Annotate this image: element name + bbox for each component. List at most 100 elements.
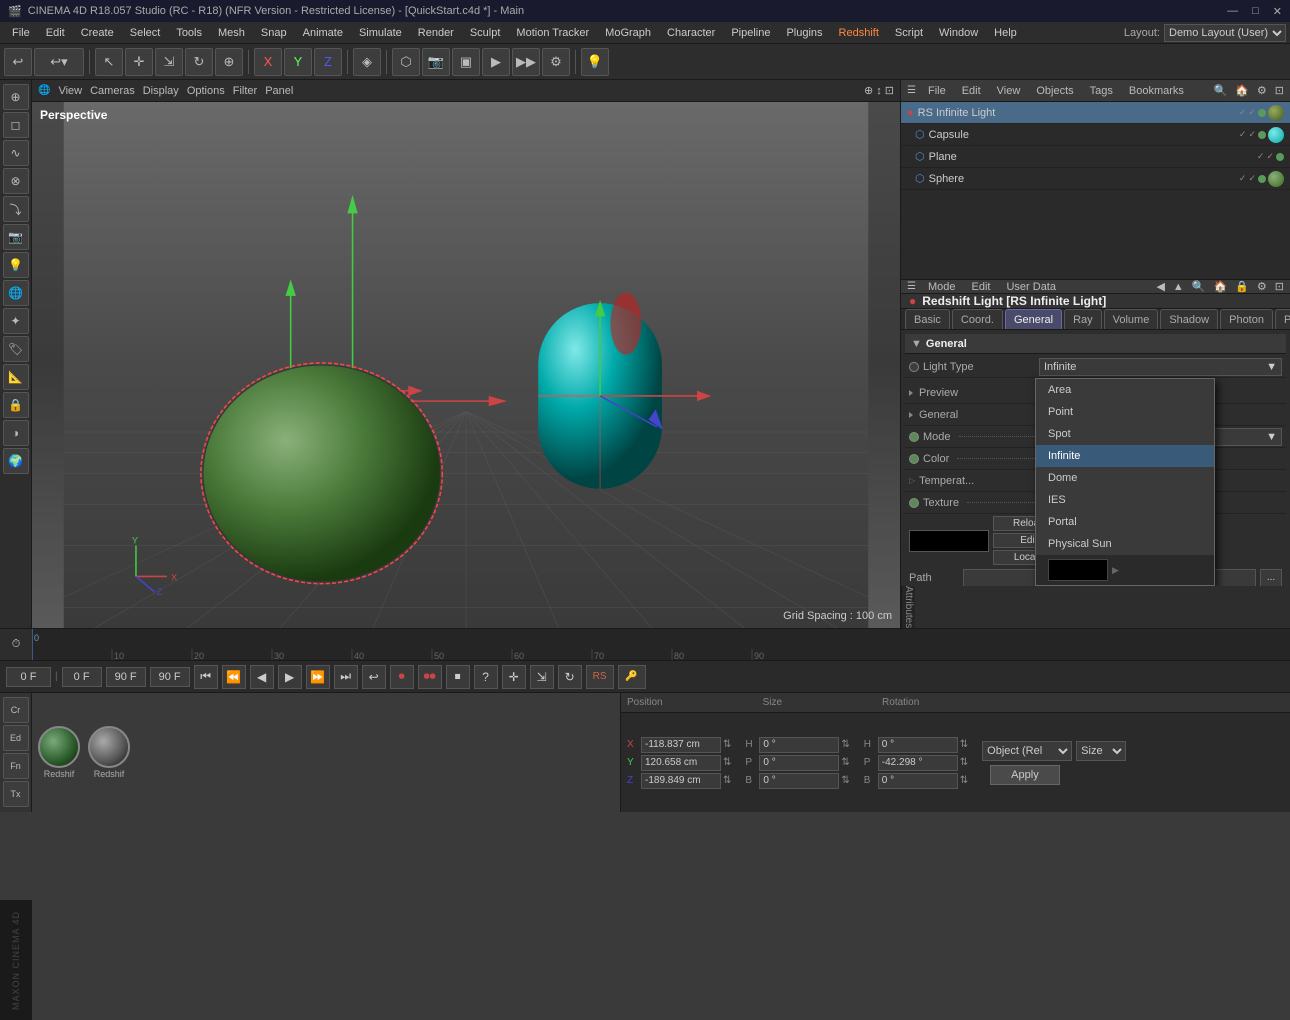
close-btn[interactable]: ✕ (1273, 5, 1282, 18)
light-type-dropdown-btn[interactable]: Infinite ▼ (1039, 358, 1282, 376)
attr-mode[interactable]: Mode (924, 281, 960, 293)
pos-x-input[interactable] (641, 737, 721, 753)
maximize-btn[interactable]: □ (1252, 5, 1259, 18)
pos-y-spinner[interactable]: ⇅ (723, 757, 731, 768)
vp-cameras[interactable]: Cameras (90, 85, 135, 97)
record-btn[interactable]: ⏺ (390, 665, 414, 689)
menu-plugins[interactable]: Plugins (778, 25, 830, 41)
rs-render-btn[interactable]: RS (586, 665, 614, 689)
menu-select[interactable]: Select (122, 25, 169, 41)
vp-panel[interactable]: Panel (265, 85, 293, 97)
select-btn[interactable]: ↖ (95, 48, 123, 76)
attr-edit[interactable]: Edit (968, 281, 995, 293)
titlebar-controls[interactable]: — □ ✕ (1227, 5, 1282, 18)
tab-ray[interactable]: Ray (1064, 309, 1102, 329)
color-radio[interactable] (909, 454, 919, 464)
undo-btn[interactable]: ↩ (4, 48, 32, 76)
objects-objects-menu[interactable]: Objects (1032, 85, 1077, 97)
option-point[interactable]: Point (1036, 401, 1214, 423)
objects-home[interactable]: 🏠 (1235, 84, 1249, 97)
size-mode-select[interactable]: Size (1076, 741, 1126, 761)
objects-tags-menu[interactable]: Tags (1086, 85, 1117, 97)
rot-b-spinner[interactable]: ⇅ (960, 775, 968, 786)
attr-home[interactable]: 🏠 (1214, 280, 1228, 293)
viewport-cube[interactable]: ⬡ (392, 48, 420, 76)
attr-search[interactable]: 🔍 (1192, 280, 1206, 293)
attr-userdata[interactable]: User Data (1002, 281, 1060, 293)
vp-options[interactable]: Options (187, 85, 225, 97)
next-frame-btn[interactable]: ⏩ (306, 665, 330, 689)
end-frame-input[interactable] (106, 667, 146, 687)
viewport[interactable]: X Y Z Perspective Grid Spacing : 100 cm (32, 102, 900, 628)
size-b-input[interactable] (759, 773, 839, 789)
objects-edit-menu[interactable]: Edit (958, 85, 985, 97)
deform-btn[interactable]: ⤵ (3, 196, 29, 222)
camera-btn[interactable]: 📷 (422, 48, 450, 76)
scale-tool-btn[interactable]: ⇲ (530, 665, 554, 689)
material-tool[interactable]: ◑ (3, 420, 29, 446)
size-b-spinner[interactable]: ⇅ (841, 775, 849, 786)
path-browse-btn[interactable]: ... (1260, 569, 1282, 586)
render-region[interactable]: ▣ (452, 48, 480, 76)
object-mode[interactable]: ◈ (353, 48, 381, 76)
attr-expand2[interactable]: ⊡ (1275, 280, 1284, 293)
option-portal[interactable]: Portal (1036, 511, 1214, 533)
objects-bookmarks-menu[interactable]: Bookmarks (1125, 85, 1188, 97)
mat-fn-btn[interactable]: Fn (3, 753, 29, 779)
objects-search[interactable]: 🔍 (1214, 84, 1228, 97)
option-infinite[interactable]: Infinite (1036, 445, 1214, 467)
y-axis-btn[interactable]: Y (284, 48, 312, 76)
x-axis-btn[interactable]: X (254, 48, 282, 76)
menu-character[interactable]: Character (659, 25, 723, 41)
menu-mesh[interactable]: Mesh (210, 25, 253, 41)
nav-btn[interactable]: ⊕ (3, 84, 29, 110)
option-area[interactable]: Area (1036, 379, 1214, 401)
attr-settings2[interactable]: ⚙ (1257, 280, 1267, 293)
mat-tex-btn[interactable]: Tx (3, 781, 29, 807)
pos-z-input[interactable] (641, 773, 721, 789)
pos-x-spinner[interactable]: ⇅ (723, 739, 731, 750)
general-section-header[interactable]: ▼ General (905, 334, 1286, 354)
transform-btn[interactable]: ⊕ (215, 48, 243, 76)
tab-photon[interactable]: Photon (1220, 309, 1273, 329)
pos-y-input[interactable] (641, 755, 721, 771)
objects-file-menu[interactable]: File (924, 85, 950, 97)
size-p-input[interactable] (759, 755, 839, 771)
particle-tool[interactable]: ✦ (3, 308, 29, 334)
current-frame-input[interactable] (6, 667, 51, 687)
rot-b-input[interactable] (878, 773, 958, 789)
loop-btn[interactable]: ↩ (362, 665, 386, 689)
mode-radio[interactable] (909, 432, 919, 442)
spline-btn[interactable]: ∿ (3, 140, 29, 166)
menu-window[interactable]: Window (931, 25, 986, 41)
minimize-btn[interactable]: — (1227, 5, 1238, 18)
light-type-radio[interactable] (909, 362, 919, 372)
z-axis-btn[interactable]: Z (314, 48, 342, 76)
object-row-rs-light[interactable]: ● RS Infinite Light ✓ ✓ (901, 102, 1290, 124)
rot-p-input[interactable] (878, 755, 958, 771)
keyframe-btn[interactable]: 🔑 (618, 665, 646, 689)
tab-shadow[interactable]: Shadow (1160, 309, 1218, 329)
gen-btn[interactable]: ⊗ (3, 168, 29, 194)
mat-edit-btn[interactable]: Ed (3, 725, 29, 751)
objects-view-menu[interactable]: View (993, 85, 1025, 97)
menu-tools[interactable]: Tools (168, 25, 210, 41)
tag-tool[interactable]: 🏷 (3, 336, 29, 362)
vp-display[interactable]: Display (143, 85, 179, 97)
tab-project[interactable]: Project (1275, 309, 1290, 329)
record-all-btn[interactable]: ⏺⏺ (418, 665, 442, 689)
attr-lock[interactable]: 🔒 (1235, 280, 1249, 293)
menu-help[interactable]: Help (986, 25, 1025, 41)
menu-redshift[interactable]: Redshift (831, 25, 887, 41)
attr-fwd[interactable]: ▲ (1173, 281, 1184, 293)
menu-script[interactable]: Script (887, 25, 931, 41)
object-row-sphere[interactable]: ⬡ Sphere ✓ ✓ (901, 168, 1290, 190)
world-tool[interactable]: 🌍 (3, 448, 29, 474)
menu-snap[interactable]: Snap (253, 25, 295, 41)
measure-tool[interactable]: 📐 (3, 364, 29, 390)
menu-edit[interactable]: Edit (38, 25, 73, 41)
option-ies[interactable]: IES (1036, 489, 1214, 511)
rot-p-spinner[interactable]: ⇅ (960, 757, 968, 768)
texture-radio[interactable] (909, 498, 919, 508)
attributes-side-tab[interactable]: Attributes (901, 586, 915, 628)
